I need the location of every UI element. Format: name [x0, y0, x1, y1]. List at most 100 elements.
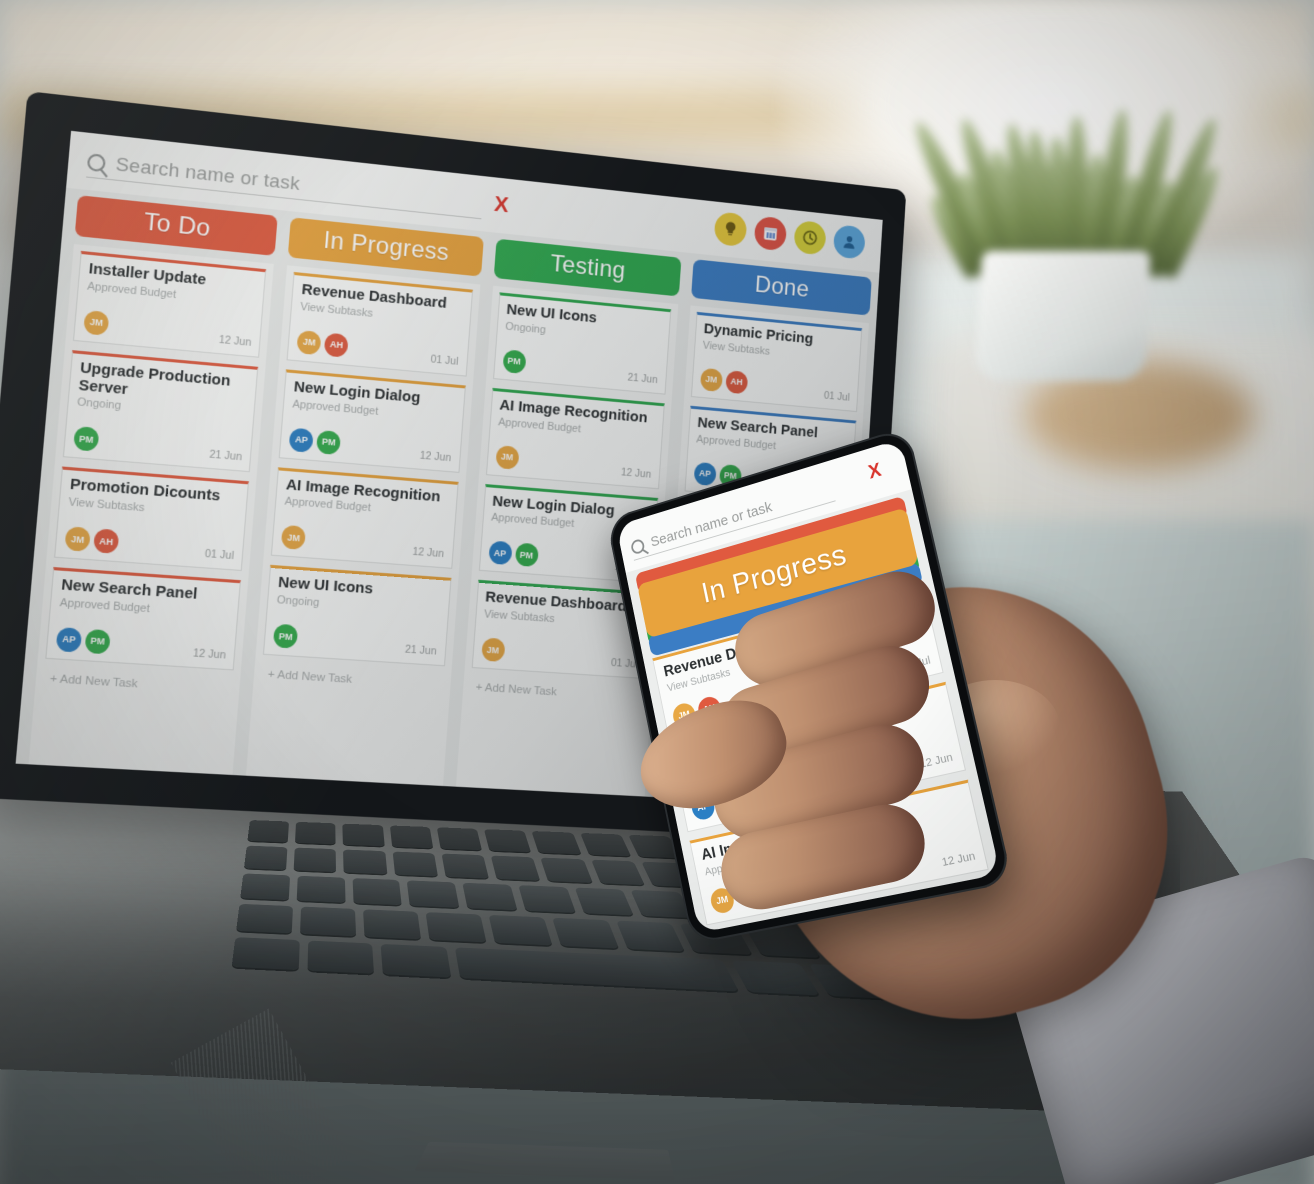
task-due-date: 01 Jul — [823, 389, 850, 404]
avatar[interactable]: JM — [64, 526, 91, 552]
keyboard-key[interactable] — [436, 827, 483, 851]
avatar[interactable]: AH — [725, 369, 749, 395]
keyboard-key[interactable] — [342, 823, 385, 847]
keyboard-key[interactable] — [307, 940, 375, 974]
search-placeholder: Search name or task — [114, 153, 301, 195]
column-body: Installer Update Approved Budget JM 12 Jun U… — [28, 244, 275, 776]
add-task-button[interactable]: + Add New Task — [260, 664, 443, 700]
assignee-avatars: PM — [501, 349, 527, 374]
keyboard-key[interactable] — [299, 906, 356, 937]
task-due-date: 12 Jun — [411, 546, 445, 561]
keyboard-key[interactable] — [231, 937, 300, 971]
keyboard-key[interactable] — [389, 825, 434, 849]
assignee-avatars: JMAH — [699, 367, 749, 395]
keyboard-key[interactable] — [406, 880, 460, 908]
task-card[interactable]: Promotion Dicounts View Subtasks JM AH 01 Ju… — [54, 466, 250, 572]
task-due-date: 12 Jun — [419, 449, 452, 464]
keyboard-key[interactable] — [425, 912, 487, 943]
keyboard-key[interactable] — [293, 847, 337, 873]
keyboard-key[interactable] — [540, 857, 593, 883]
avatar[interactable]: PM — [501, 349, 527, 374]
task-due-date: 21 Jun — [404, 643, 437, 658]
search-clear-button[interactable]: X — [493, 191, 509, 218]
avatar[interactable]: AP — [55, 627, 83, 653]
task-due-date: 21 Jun — [627, 371, 659, 386]
avatar[interactable]: AH — [323, 332, 349, 358]
plant-leaves — [907, 100, 1226, 281]
avatar[interactable]: PM — [73, 426, 100, 453]
keyboard-key[interactable] — [296, 875, 346, 903]
avatar[interactable]: JM — [494, 444, 520, 470]
task-footer: JM 12 Jun — [83, 307, 253, 349]
avatar[interactable]: JM — [480, 637, 506, 663]
avatar[interactable]: JM — [83, 309, 110, 336]
task-footer: JMAH 01 Jul — [64, 523, 235, 562]
kanban-column: To Do Installer Update Approved Budget JM 12… — [28, 195, 278, 776]
task-footer: APPM 12 Jun — [288, 424, 453, 464]
keyboard-key[interactable] — [295, 821, 337, 845]
keyboard-key[interactable] — [352, 878, 403, 906]
task-due-date: 12 Jun — [192, 647, 227, 662]
keyboard-key[interactable] — [240, 873, 290, 901]
task-due-date: 12 Jun — [218, 333, 252, 349]
add-task-button[interactable]: + Add New Task — [42, 668, 233, 704]
keyboard-key[interactable] — [462, 882, 518, 911]
avatar[interactable]: PM — [273, 623, 299, 649]
task-footer: JMAH 01 Jul — [699, 365, 851, 404]
task-card[interactable]: New Search PanelApproved BudgetAPPM12 Ju… — [45, 567, 242, 671]
assignee-avatars: JM — [280, 525, 307, 551]
keyboard-key[interactable] — [531, 831, 581, 855]
avatar[interactable]: JM — [280, 525, 307, 551]
search-icon — [86, 153, 107, 173]
task-footer: PM 21 Jun — [501, 346, 659, 386]
keyboard-key[interactable] — [488, 914, 552, 946]
toolbar-icons — [713, 211, 866, 260]
user-profile-icon[interactable] — [832, 224, 866, 260]
keyboard-key[interactable] — [518, 885, 576, 913]
avatar[interactable]: JM — [296, 329, 322, 356]
task-due-date: 01 Jul — [204, 547, 235, 563]
idea-lightbulb-icon[interactable] — [713, 211, 748, 248]
avatar[interactable]: AP — [288, 427, 315, 453]
avatar[interactable]: JM — [699, 367, 723, 392]
task-footer: JMAH 01 Jul — [296, 327, 460, 368]
keyboard-key[interactable] — [343, 849, 387, 875]
avatar[interactable]: AP — [487, 540, 513, 566]
keyboard-key[interactable] — [362, 909, 421, 940]
keyboard-key[interactable] — [236, 903, 293, 934]
assignee-avatars: JM — [83, 309, 110, 336]
keyboard-key[interactable] — [441, 853, 489, 879]
keyboard-key[interactable] — [381, 943, 452, 978]
task-card[interactable]: Dynamic Pricing View Subtasks JM AH 01 Jul — [690, 311, 863, 412]
assignee-avatars: JM — [480, 637, 506, 663]
task-card[interactable]: New UI Icons Ongoing PM 21 Jun — [263, 565, 452, 667]
keyboard-key[interactable] — [392, 851, 438, 877]
task-card[interactable]: New Login DialogApproved BudgetAPPM12 Ju… — [278, 369, 466, 473]
task-card[interactable]: Revenue Dashboard View Subtasks JM AH 01 Jul — [286, 271, 473, 377]
task-footer: PM 21 Jun — [273, 621, 438, 658]
keyboard-key[interactable] — [490, 855, 541, 881]
assignee-avatars: JM — [494, 444, 520, 470]
assignee-avatars: APPM — [288, 427, 342, 455]
keyboard-key[interactable] — [484, 829, 532, 853]
keyboard-key[interactable] — [247, 820, 290, 843]
avatar[interactable]: PM — [316, 429, 342, 455]
assignee-avatars: PM — [273, 623, 299, 649]
task-card[interactable]: Installer Update Approved Budget JM 12 Jun — [72, 250, 267, 358]
assignee-avatars: JMAH — [64, 526, 120, 555]
assignee-avatars: APPM — [487, 540, 539, 568]
task-card[interactable]: AI Image Recognition Approved Budget JM 12 … — [271, 466, 459, 570]
hand-fingers-front — [600, 440, 1300, 1180]
task-due-date: 21 Jun — [208, 448, 243, 464]
plant-pot — [973, 250, 1151, 381]
clock-icon[interactable] — [793, 219, 827, 256]
assignee-avatars: APPM — [55, 627, 111, 655]
task-card[interactable]: Upgrade Production Server Ongoing PM 21 Jun — [62, 349, 259, 473]
calendar-icon[interactable] — [753, 215, 788, 252]
avatar[interactable]: AH — [93, 528, 120, 555]
avatar[interactable]: PM — [514, 542, 539, 568]
task-card[interactable]: New UI Icons Ongoing PM 21 Jun — [492, 292, 672, 395]
avatar[interactable]: PM — [84, 628, 111, 655]
keyboard-key[interactable] — [243, 845, 288, 870]
task-due-date: 01 Jul — [430, 353, 459, 368]
